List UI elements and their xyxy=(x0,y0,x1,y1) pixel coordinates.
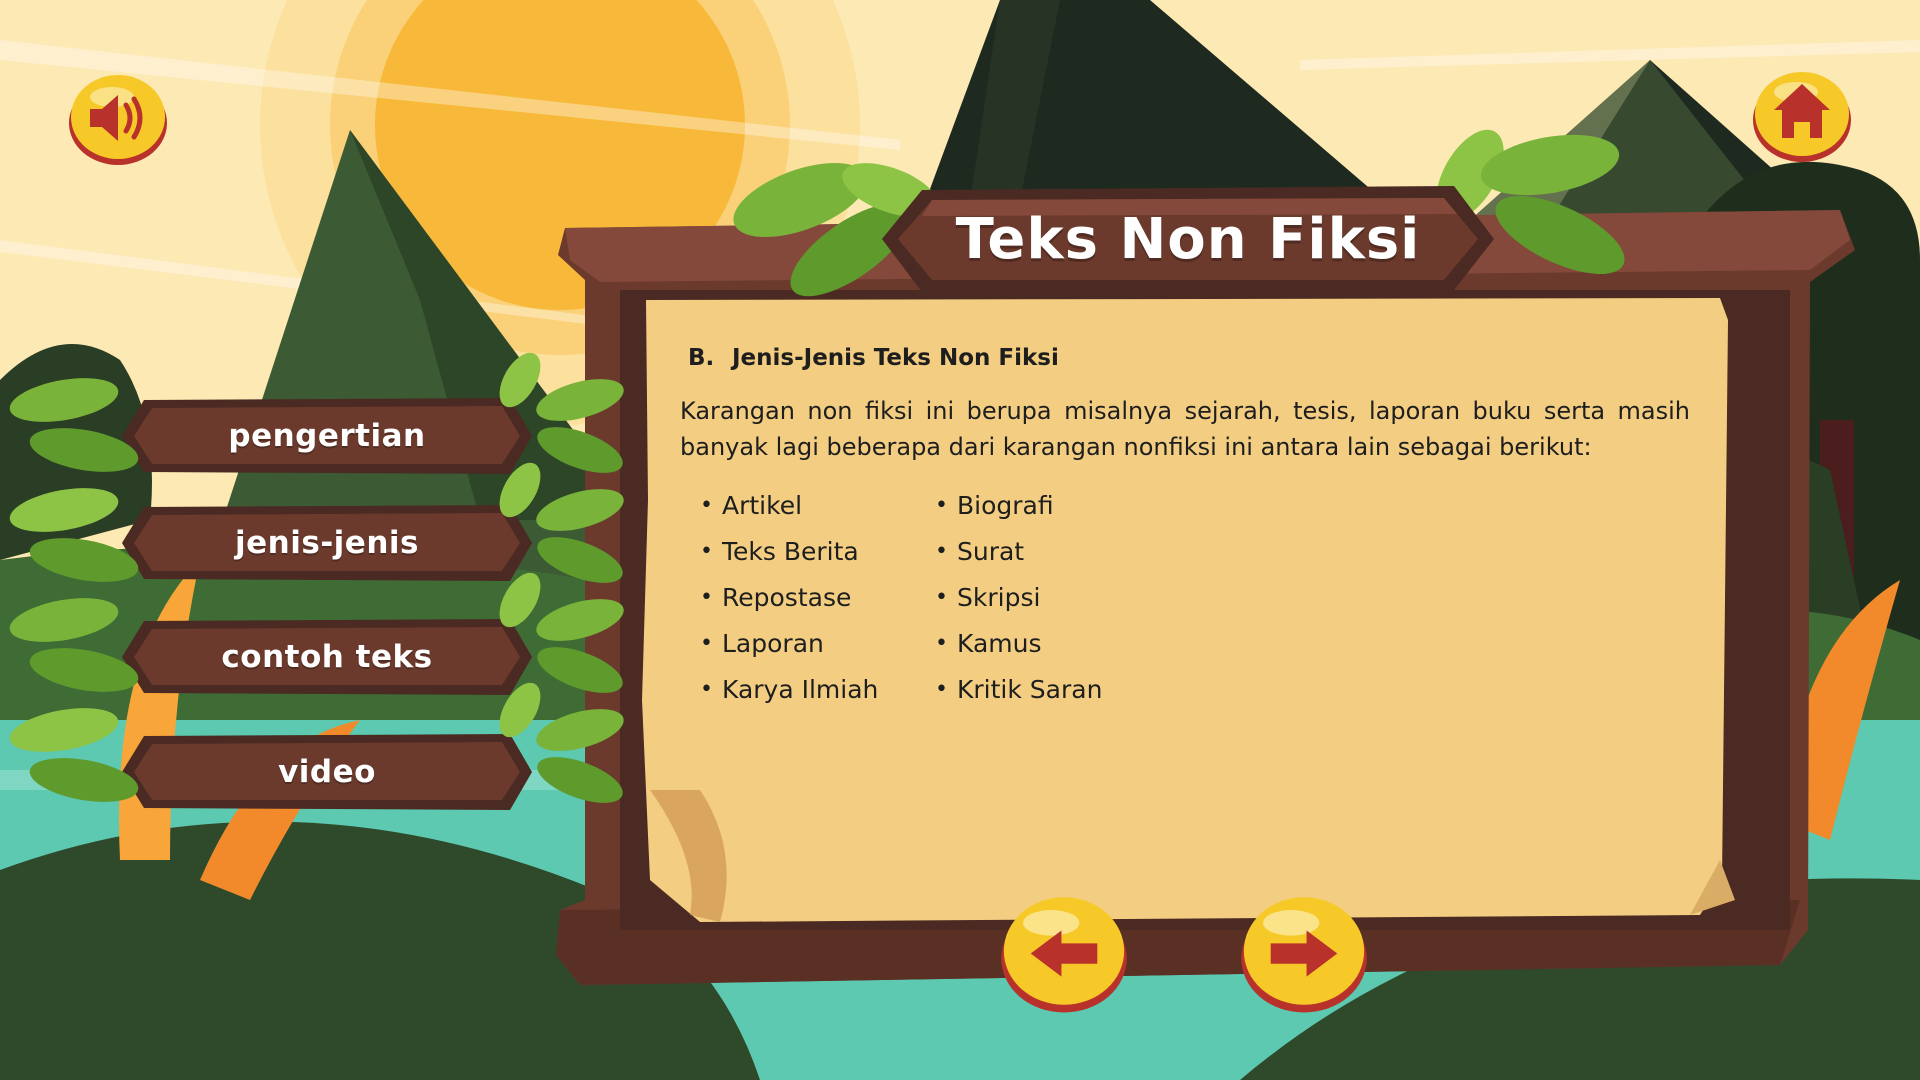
list-item: Surat xyxy=(935,529,1170,575)
menu-item-jenis-jenis[interactable]: jenis-jenis xyxy=(122,505,532,581)
list-item: Kamus xyxy=(935,621,1170,667)
home-button[interactable] xyxy=(1752,64,1852,164)
types-list: Artikel Teks Berita Repostase Laporan Ka… xyxy=(700,483,1690,713)
list-item: Laporan xyxy=(700,621,935,667)
section-number: B. xyxy=(688,345,715,371)
section-title: Jenis-Jenis Teks Non Fiksi xyxy=(732,345,1059,371)
menu-item-label: contoh teks xyxy=(221,639,433,675)
sound-button[interactable] xyxy=(68,67,168,167)
list-item: Teks Berita xyxy=(700,529,935,575)
menu-item-pengertian[interactable]: pengertian xyxy=(122,398,532,474)
list-item: Artikel xyxy=(700,483,935,529)
menu-item-contoh-teks[interactable]: contoh teks xyxy=(122,619,532,695)
content-area: B. Jenis-Jenis Teks Non Fiksi Karangan no… xyxy=(680,345,1690,713)
list-item: Repostase xyxy=(700,575,935,621)
leaf-cluster-decoration xyxy=(499,352,624,803)
leaf-cluster-decoration xyxy=(9,378,139,802)
types-list-left: Artikel Teks Berita Repostase Laporan Ka… xyxy=(700,483,935,713)
list-item: Karya Ilmiah xyxy=(700,667,935,713)
title-banner: Teks Non Fiksi xyxy=(882,186,1494,292)
page-title: Teks Non Fiksi xyxy=(955,206,1421,272)
arrow-left-icon xyxy=(1001,897,1127,1013)
previous-button[interactable] xyxy=(1000,887,1128,1015)
list-item: Biografi xyxy=(935,483,1170,529)
types-list-right: Biografi Surat Skripsi Kamus Kritik Sara… xyxy=(935,483,1170,713)
list-item: Skripsi xyxy=(935,575,1170,621)
arrow-right-icon xyxy=(1241,897,1367,1013)
section-heading: B. Jenis-Jenis Teks Non Fiksi xyxy=(688,345,1690,371)
menu-item-label: pengertian xyxy=(228,418,426,454)
menu-item-label: video xyxy=(278,754,376,790)
menu-item-video[interactable]: video xyxy=(122,734,532,810)
menu-item-label: jenis-jenis xyxy=(235,525,419,561)
speaker-icon xyxy=(69,75,167,165)
home-icon xyxy=(1753,72,1851,162)
next-button[interactable] xyxy=(1240,887,1368,1015)
list-item: Kritik Saran xyxy=(935,667,1170,713)
content-paragraph: Karangan non fiksi ini berupa misalnya s… xyxy=(680,397,1690,461)
